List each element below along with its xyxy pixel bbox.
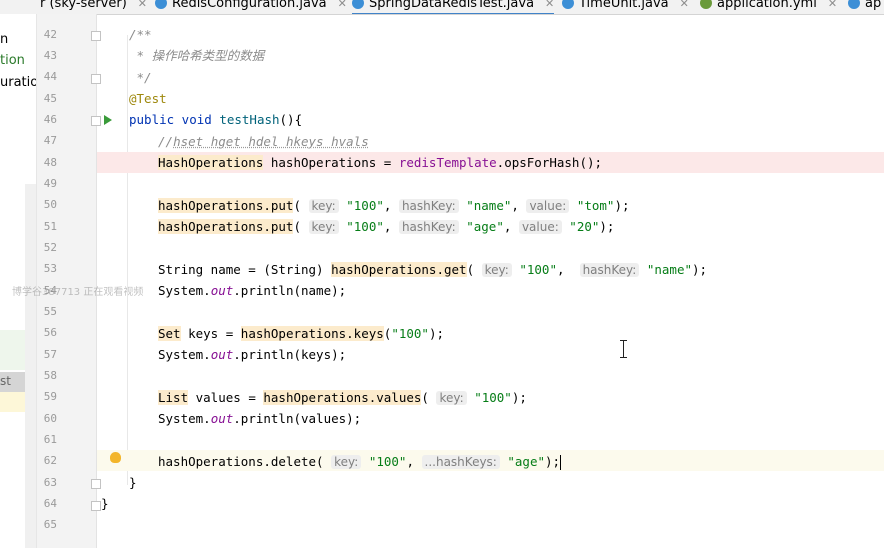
param-hint: key: <box>308 220 339 234</box>
param-hint: value: <box>526 199 570 213</box>
text-caret <box>560 455 562 470</box>
line-number: 45 <box>43 92 57 105</box>
line-number: 48 <box>43 156 57 169</box>
code-line-56: Set keys = hashOperations.keys("100"); <box>158 326 445 341</box>
indent-guide <box>127 35 128 485</box>
code-line-64: } <box>101 496 109 511</box>
java-class-icon <box>155 0 167 9</box>
tab-sky-server[interactable]: r (sky-server) ✕ <box>40 0 147 13</box>
code-line-53: String name = (String) hashOperations.ge… <box>158 262 708 277</box>
close-icon[interactable]: ✕ <box>138 0 147 10</box>
line-number: 49 <box>43 177 57 190</box>
java-class-icon <box>562 0 574 9</box>
line-number: 53 <box>43 262 57 275</box>
code-line-45: @Test <box>129 91 167 106</box>
line-number: 57 <box>43 348 57 361</box>
intention-bulb-icon[interactable] <box>110 452 121 463</box>
line-number: 42 <box>43 28 57 41</box>
line-number: 55 <box>43 305 57 318</box>
project-panel: n tion uratio st <box>0 14 37 548</box>
editor-tab-bar: r (sky-server) ✕ RedisConfiguration.java… <box>0 0 884 15</box>
code-line-44: */ <box>129 70 152 85</box>
tab-ap[interactable]: ap <box>848 0 881 13</box>
line-number: 44 <box>43 70 57 83</box>
line-number: 47 <box>43 134 57 147</box>
code-line-62: hashOperations.delete( key: "100", ...ha… <box>158 454 562 470</box>
param-hint: key: <box>331 455 362 469</box>
code-line-48: HashOperations hashOperations = redisTem… <box>158 155 603 170</box>
tab-spring-data-redis-test[interactable]: SpringDataRedisTest.java ✕ <box>352 0 555 14</box>
java-class-icon <box>352 0 364 9</box>
tab-timeunit[interactable]: TimeUnit.java ✕ <box>562 0 689 13</box>
close-icon[interactable]: ✕ <box>680 0 689 10</box>
tab-application-yml[interactable]: application.yml ✕ <box>700 0 837 13</box>
line-number: 51 <box>43 220 57 233</box>
param-hint: hashKey: <box>579 263 640 277</box>
code-line-47: //hset hget hdel hkeys hvals <box>158 134 369 149</box>
code-line-51: hashOperations.put( key: "100", hashKey:… <box>158 219 615 234</box>
scrollbar[interactable] <box>25 184 36 548</box>
close-icon[interactable]: ✕ <box>545 0 554 10</box>
param-hint: key: <box>308 199 339 213</box>
code-line-59: List values = hashOperations.values( key… <box>158 390 527 405</box>
line-number: 50 <box>43 198 57 211</box>
line-number: 59 <box>43 390 57 403</box>
project-item[interactable]: st <box>0 374 11 388</box>
text-cursor-icon <box>620 340 627 358</box>
line-number: 65 <box>43 518 57 531</box>
yaml-icon <box>700 0 712 9</box>
project-highlight <box>0 330 25 370</box>
line-number: 64 <box>43 497 57 510</box>
code-line-57: System.out.println(keys); <box>158 347 347 362</box>
code-line-54: System.out.println(name); <box>158 283 347 298</box>
code-editor[interactable]: /** * 操作哈希类型的数据 */ @Test public void tes… <box>97 14 884 548</box>
close-icon[interactable]: ✕ <box>828 0 837 10</box>
editor-gutter: 42 43 44 45 46 47 48 49 50 51 52 53 54 5… <box>37 14 116 548</box>
project-item[interactable]: tion <box>0 53 25 68</box>
line-number: 56 <box>43 326 57 339</box>
line-number: 63 <box>43 476 57 489</box>
close-icon[interactable]: ✕ <box>338 0 347 10</box>
param-hint: ...hashKeys: <box>421 455 500 469</box>
code-line-50: hashOperations.put( key: "100", hashKey:… <box>158 198 630 213</box>
file-icon <box>848 0 860 9</box>
param-hint: key: <box>481 263 512 277</box>
line-number: 58 <box>43 369 57 382</box>
code-line-43: * 操作哈希类型的数据 <box>129 48 265 63</box>
line-number: 60 <box>43 412 57 425</box>
project-item[interactable]: n <box>0 32 8 47</box>
line-number: 43 <box>43 49 57 62</box>
param-hint: hashKey: <box>398 220 459 234</box>
project-item[interactable]: uratio <box>0 75 36 90</box>
line-number: 46 <box>43 113 57 126</box>
code-line-42: /** <box>129 27 152 42</box>
tab-redis-configuration[interactable]: RedisConfiguration.java ✕ <box>155 0 347 13</box>
param-hint: value: <box>518 220 562 234</box>
code-line-60: System.out.println(values); <box>158 411 362 426</box>
param-hint: hashKey: <box>398 199 459 213</box>
line-number: 62 <box>43 454 57 467</box>
code-line-63: } <box>129 475 137 490</box>
line-number: 52 <box>43 241 57 254</box>
code-line-46: public void testHash(){ <box>129 112 303 127</box>
line-number: 61 <box>43 433 57 446</box>
param-hint: key: <box>436 391 467 405</box>
